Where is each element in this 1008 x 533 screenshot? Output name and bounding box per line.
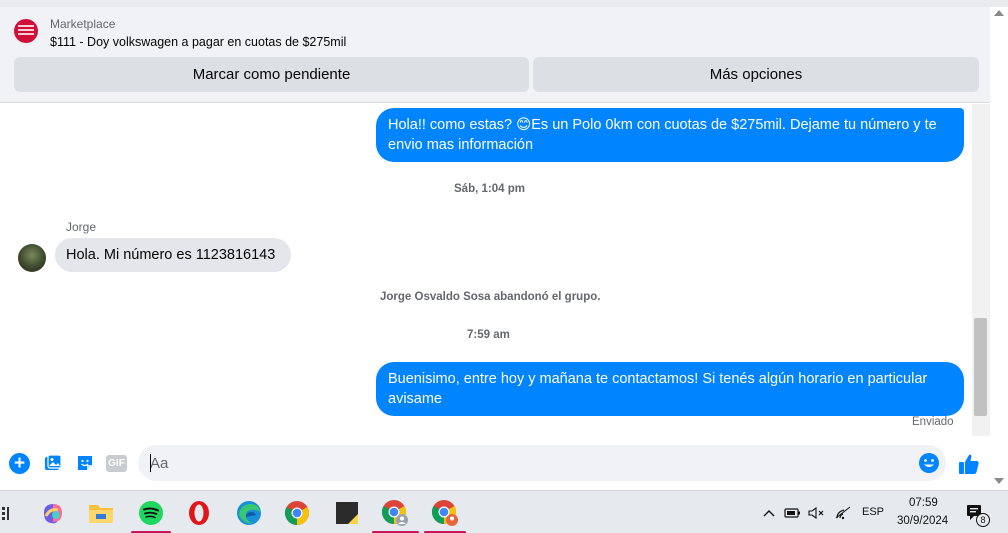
volume-muted-icon[interactable] — [804, 498, 830, 528]
timestamp: 7:59 am — [467, 329, 510, 341]
language-indicator[interactable]: ESP — [862, 506, 884, 518]
notification-count-badge: 8 — [976, 513, 990, 527]
outgoing-message[interactable]: Buenisimo, entre hoy y mañana te contact… — [376, 362, 964, 416]
image-icon[interactable] — [42, 452, 64, 474]
outgoing-message[interactable]: Hola!! como estas? 😊Es un Polo 0km con c… — [376, 108, 964, 162]
wifi-icon[interactable] — [830, 498, 856, 528]
plus-icon[interactable]: + — [9, 453, 30, 474]
chevron-up-icon[interactable] — [756, 498, 782, 528]
page-scrollbar[interactable] — [990, 7, 1008, 490]
chrome-profile-2-icon[interactable] — [430, 498, 460, 528]
listing-title[interactable]: $111 - Doy volkswagen a pagar en cuotas … — [50, 35, 346, 49]
text-caret — [150, 454, 151, 472]
marketplace-header: Marketplace $111 - Doy volkswagen a paga… — [0, 7, 990, 103]
message-thread[interactable]: Hola!! como estas? 😊Es un Polo 0km con c… — [0, 104, 972, 436]
thread-scrollbar-thumb[interactable] — [974, 318, 987, 416]
task-view-icon[interactable] — [0, 498, 24, 528]
sticker-icon[interactable] — [74, 452, 96, 474]
copilot-icon[interactable] — [38, 498, 68, 528]
scroll-up-arrow-icon[interactable] — [994, 10, 1004, 16]
emoji-icon[interactable] — [918, 452, 940, 474]
windows-taskbar: ESP 07:59 30/9/2024 8 — [0, 490, 1008, 533]
chrome-icon[interactable] — [282, 498, 312, 528]
chrome-profile-icon[interactable] — [380, 498, 410, 528]
system-message: Jorge Osvaldo Sosa abandonó el grupo. — [380, 291, 601, 303]
composer-bar: + GIF — [0, 436, 990, 490]
timestamp: Sáb, 1:04 pm — [454, 183, 525, 195]
edge-icon[interactable] — [234, 498, 264, 528]
mark-pending-button[interactable]: Marcar como pendiente — [14, 57, 529, 92]
delivery-status: Enviado — [912, 416, 954, 428]
sender-name: Jorge — [66, 220, 97, 234]
clock-time[interactable]: 07:59 — [909, 497, 938, 509]
opera-icon[interactable] — [184, 498, 214, 528]
window-top-strip — [0, 0, 1008, 7]
message-input[interactable] — [138, 445, 946, 481]
listing-thumbnail[interactable] — [14, 19, 38, 43]
gif-icon[interactable]: GIF — [106, 455, 127, 472]
thumbs-up-icon[interactable] — [956, 451, 982, 477]
incoming-message[interactable]: Hola. Mi número es 1123816143 — [55, 238, 291, 272]
sender-avatar[interactable] — [18, 244, 46, 272]
sticky-notes-icon[interactable] — [332, 498, 362, 528]
more-options-button[interactable]: Más opciones — [533, 57, 979, 92]
listing-category: Marketplace — [50, 17, 116, 31]
battery-icon[interactable] — [780, 498, 806, 528]
spotify-icon[interactable] — [136, 498, 166, 528]
scroll-down-arrow-icon[interactable] — [994, 478, 1004, 484]
file-explorer-icon[interactable] — [86, 498, 116, 528]
clock-date[interactable]: 30/9/2024 — [897, 515, 948, 527]
